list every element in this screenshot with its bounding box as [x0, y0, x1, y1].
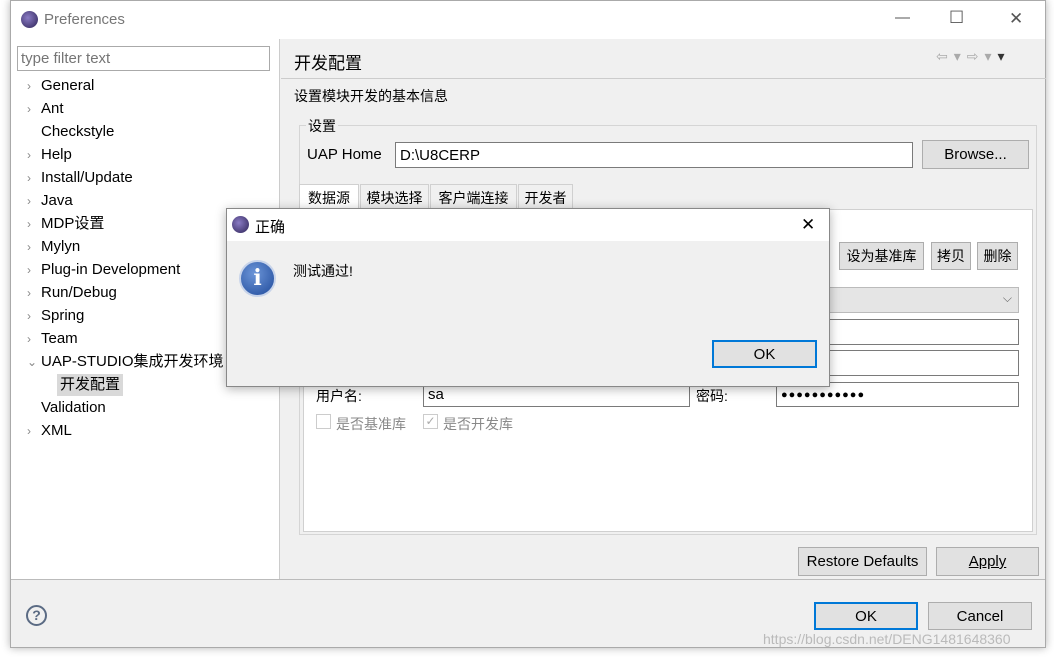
- message-dialog: 正确 ✕ i 测试通过! OK: [226, 208, 830, 387]
- tree-item[interactable]: › Run/Debug: [27, 282, 117, 304]
- chevron-right-icon[interactable]: ›: [27, 98, 31, 120]
- checkbox-base-label: 是否基准库: [336, 416, 406, 432]
- chevron-down-icon: ⌵: [1002, 291, 1012, 305]
- tree-item[interactable]: › Java: [27, 190, 73, 212]
- tree-item[interactable]: ⌄ UAP-STUDIO集成开发环境: [27, 351, 224, 373]
- tree-item-label: Validation: [41, 399, 106, 416]
- tree-item[interactable]: › XML: [27, 420, 72, 442]
- divider: [11, 579, 1045, 580]
- tree-item[interactable]: Checkstyle: [41, 121, 114, 143]
- close-button[interactable]: ✕: [1009, 9, 1023, 29]
- checkbox-dev[interactable]: ✓: [423, 414, 438, 429]
- watermark: https://blog.csdn.net/DENG1481648360: [763, 631, 1011, 647]
- tree-item[interactable]: › MDP设置: [27, 213, 105, 235]
- database-input[interactable]: [801, 350, 1019, 376]
- chevron-down-icon[interactable]: ⌄: [27, 351, 37, 373]
- tree-item-label: Mylyn: [41, 238, 81, 255]
- chevron-right-icon[interactable]: ›: [27, 75, 31, 97]
- eclipse-icon: [232, 216, 249, 233]
- help-icon[interactable]: ?: [26, 605, 47, 626]
- chevron-right-icon[interactable]: ›: [27, 305, 31, 327]
- tree-item[interactable]: › Install/Update: [27, 167, 133, 189]
- chevron-right-icon[interactable]: ›: [27, 144, 31, 166]
- tree-item[interactable]: › General: [27, 75, 95, 97]
- chevron-right-icon[interactable]: ›: [27, 420, 31, 442]
- chevron-right-icon[interactable]: ›: [27, 213, 31, 235]
- dialog-title: 正确: [255, 219, 286, 236]
- dialog-title-bar: 正确 ✕: [227, 209, 829, 241]
- dialog-ok-button[interactable]: OK: [712, 340, 817, 368]
- uap-home-input[interactable]: D:\U8CERP: [395, 142, 913, 168]
- maximize-button[interactable]: ☐: [949, 8, 964, 28]
- tree-item-label: UAP-STUDIO集成开发环境: [41, 353, 224, 370]
- tree-item-label: Install/Update: [41, 169, 133, 186]
- tree-item[interactable]: › Spring: [27, 305, 85, 327]
- tree-item[interactable]: › Mylyn: [27, 236, 81, 258]
- dialog-close-button[interactable]: ✕: [801, 215, 815, 235]
- checkbox-base[interactable]: [316, 414, 331, 429]
- nav-buttons[interactable]: ⇦▾⇨▾▾: [936, 48, 1011, 65]
- cancel-button[interactable]: Cancel: [928, 602, 1032, 630]
- tree-item-label: Team: [41, 330, 78, 347]
- chevron-right-icon[interactable]: ›: [27, 167, 31, 189]
- checkbox-dev-label: 是否开发库: [443, 416, 513, 432]
- username-label: 用户名:: [316, 388, 362, 404]
- tree-item-label: Help: [41, 146, 72, 163]
- tree-item-label: 开发配置: [60, 376, 121, 393]
- tab-client-connection[interactable]: 客户端连接: [430, 184, 517, 210]
- tree-item[interactable]: › Plug-in Development: [27, 259, 181, 281]
- delete-button[interactable]: 删除: [977, 242, 1018, 270]
- filter-input[interactable]: [17, 46, 270, 71]
- chevron-right-icon[interactable]: ›: [27, 282, 31, 304]
- dialog-message: 测试通过!: [293, 263, 353, 279]
- eclipse-icon: [21, 11, 38, 28]
- group-label: 设置: [306, 116, 338, 136]
- tree-item[interactable]: › Team: [27, 328, 78, 350]
- browse-button[interactable]: Browse...: [922, 140, 1029, 169]
- host-input[interactable]: [801, 319, 1019, 345]
- tree-item-label: Checkstyle: [41, 123, 115, 140]
- tree-item[interactable]: › Ant: [27, 98, 64, 120]
- tree-item-label: Plug-in Development: [41, 261, 181, 278]
- tree-item-label: Ant: [41, 100, 64, 117]
- tree-item-label: General: [41, 77, 95, 94]
- tree-item-label: MDP设置: [41, 215, 105, 232]
- restore-defaults-button[interactable]: Restore Defaults: [798, 547, 927, 576]
- divider: [281, 78, 1046, 79]
- set-base-button[interactable]: 设为基准库: [839, 242, 924, 270]
- password-label: 密码:: [696, 388, 728, 404]
- chevron-right-icon[interactable]: ›: [27, 259, 31, 281]
- chevron-right-icon[interactable]: ›: [27, 328, 31, 350]
- page-title: 开发配置: [294, 54, 362, 73]
- tree-item[interactable]: › Help: [27, 144, 72, 166]
- tree-item-label: Run/Debug: [41, 284, 117, 301]
- datasource-select[interactable]: ⌵: [801, 287, 1019, 313]
- tree-item-label: XML: [41, 422, 72, 439]
- copy-button[interactable]: 拷贝: [931, 242, 971, 270]
- title-bar: Preferences — ☐ ✕: [11, 1, 1045, 39]
- tree-item[interactable]: Validation: [41, 397, 106, 419]
- tab-module-select[interactable]: 模块选择: [360, 184, 429, 210]
- ok-button[interactable]: OK: [814, 602, 918, 630]
- apply-button[interactable]: Apply: [936, 547, 1039, 576]
- window-title: Preferences: [44, 11, 125, 28]
- tree-item-label: Spring: [41, 307, 85, 324]
- minimize-button[interactable]: —: [895, 9, 910, 26]
- tree-item[interactable]: 开发配置: [57, 374, 124, 396]
- tab-developer[interactable]: 开发者: [518, 184, 573, 210]
- page-description: 设置模块开发的基本信息: [294, 88, 448, 104]
- chevron-right-icon[interactable]: ›: [27, 190, 31, 212]
- chevron-right-icon[interactable]: ›: [27, 236, 31, 258]
- info-icon: i: [239, 260, 276, 297]
- uap-home-label: UAP Home: [307, 146, 382, 163]
- tab-datasource[interactable]: 数据源: [299, 184, 359, 211]
- tree-item-label: Java: [41, 192, 73, 209]
